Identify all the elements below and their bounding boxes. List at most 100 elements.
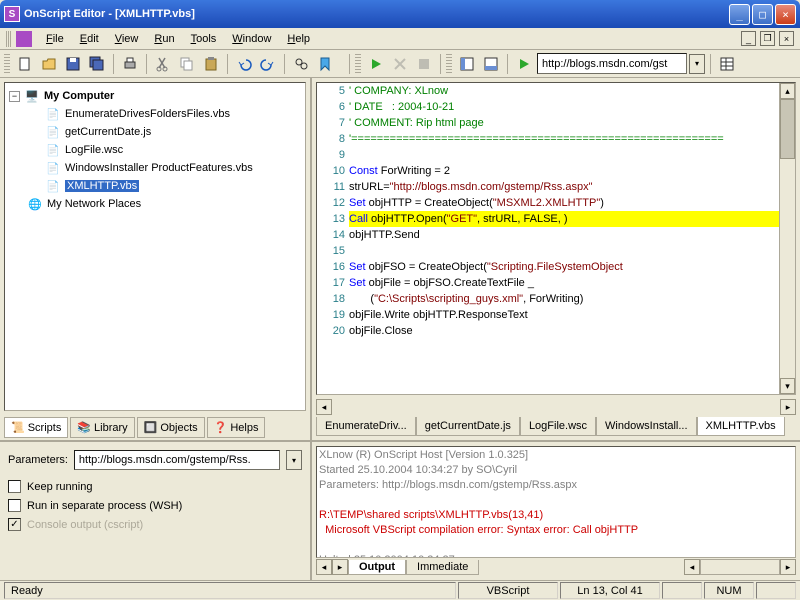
tree-item[interactable]: EnumerateDrivesFoldersFiles.vbs	[65, 108, 230, 120]
window-title: OnScript Editor - [XMLHTTP.vbs]	[24, 8, 729, 20]
menu-window[interactable]: Window	[224, 30, 279, 48]
status-ready: Ready	[4, 582, 456, 599]
new-button[interactable]	[14, 53, 36, 75]
script-file-icon: 📄	[45, 160, 61, 176]
editor-pane: 567891011121314151617181920 ' COMPANY: X…	[312, 78, 800, 440]
side-tab-helps[interactable]: ❓Helps	[207, 417, 266, 438]
toolbar-grip-2[interactable]	[355, 54, 361, 74]
minimize-button[interactable]: _	[729, 4, 750, 25]
stop2-button[interactable]	[389, 53, 411, 75]
output-area[interactable]: XLnow (R) OnScript Host [Version 1.0.325…	[316, 446, 796, 558]
scroll-left-button[interactable]: ◂	[316, 399, 332, 415]
open-button[interactable]	[38, 53, 60, 75]
tree-view[interactable]: −🖥️ My Computer 📄 EnumerateDrivesFoldersFi…	[4, 82, 306, 411]
url-input[interactable]	[537, 53, 687, 74]
tree-root-network[interactable]: My Network Places	[47, 198, 141, 210]
code-editor[interactable]: 567891011121314151617181920 ' COMPANY: X…	[316, 82, 796, 395]
keep-running-checkbox[interactable]	[8, 480, 21, 493]
computer-icon: 🖥️	[24, 88, 40, 104]
output-tab[interactable]: Output	[348, 560, 406, 575]
app-icon: S	[4, 6, 20, 22]
cut-button[interactable]	[152, 53, 174, 75]
tree-root-mycomputer[interactable]: My Computer	[44, 90, 114, 102]
run-button[interactable]	[365, 53, 387, 75]
panel2-button[interactable]	[480, 53, 502, 75]
line-gutter: 567891011121314151617181920	[317, 83, 349, 394]
close-button[interactable]: ×	[775, 4, 796, 25]
library-icon: 📚	[77, 421, 91, 434]
script-file-icon: 📄	[45, 106, 61, 122]
scroll-thumb[interactable]	[780, 99, 795, 159]
collapse-icon[interactable]: −	[9, 91, 20, 102]
print-button[interactable]	[119, 53, 141, 75]
menu-grip[interactable]	[6, 31, 12, 47]
parameters-pane: Parameters: ▾ Keep running Run in separa…	[0, 442, 312, 580]
console-output-label: Console output (cscript)	[27, 519, 143, 531]
status-caps	[756, 582, 796, 599]
horizontal-scrollbar[interactable]: ◂ ▸	[316, 399, 796, 415]
mdi-close-button[interactable]: ×	[779, 31, 794, 46]
tree-item[interactable]: LogFile.wsc	[65, 144, 123, 156]
app-icon-small	[16, 31, 32, 47]
save-all-button[interactable]	[86, 53, 108, 75]
toolbar: ▾	[0, 50, 800, 78]
mdi-minimize-button[interactable]: _	[741, 31, 756, 46]
menu-edit[interactable]: Edit	[72, 30, 107, 48]
menu-file[interactable]: File	[38, 30, 72, 48]
parameters-input[interactable]	[74, 450, 280, 470]
maximize-button[interactable]: □	[752, 4, 773, 25]
menu-run[interactable]: Run	[146, 30, 182, 48]
panel1-button[interactable]	[456, 53, 478, 75]
menu-help[interactable]: Help	[279, 30, 318, 48]
parameters-dropdown-button[interactable]: ▾	[286, 450, 302, 470]
tree-item[interactable]: WindowsInstaller ProductFeatures.vbs	[65, 162, 253, 174]
url-dropdown-button[interactable]: ▾	[689, 54, 705, 74]
find-button[interactable]	[290, 53, 312, 75]
toolbar-grip[interactable]	[4, 54, 10, 74]
out-hscroll-left[interactable]: ◂	[684, 559, 700, 575]
network-icon: 🌐	[27, 196, 43, 212]
side-tab-library[interactable]: 📚Library	[70, 417, 134, 438]
menu-view[interactable]: View	[107, 30, 147, 48]
menu-tools[interactable]: Tools	[183, 30, 225, 48]
editor-tab[interactable]: LogFile.wsc	[520, 417, 596, 436]
status-ovr	[662, 582, 702, 599]
grid-button[interactable]	[716, 53, 738, 75]
immediate-tab[interactable]: Immediate	[406, 560, 479, 575]
status-position: Ln 13, Col 41	[560, 582, 660, 599]
editor-tab[interactable]: WindowsInstall...	[596, 417, 697, 436]
separate-process-checkbox[interactable]	[8, 499, 21, 512]
copy-button[interactable]	[176, 53, 198, 75]
menubar: FileEditViewRunToolsWindowHelp _ ❐ ×	[0, 28, 800, 50]
code-content[interactable]: ' COMPANY: XLnow' DATE : 2004-10-21' COM…	[349, 83, 779, 394]
editor-tab[interactable]: XMLHTTP.vbs	[697, 417, 785, 436]
editor-tab[interactable]: getCurrentDate.js	[416, 417, 520, 436]
mdi-restore-button[interactable]: ❐	[760, 31, 775, 46]
titlebar: S OnScript Editor - [XMLHTTP.vbs] _ □ ×	[0, 0, 800, 28]
scripts-icon: 📜	[11, 421, 25, 434]
tree-item[interactable]: XMLHTTP.vbs	[65, 180, 139, 192]
console-output-checkbox: ✓	[8, 518, 21, 531]
stop-button[interactable]	[413, 53, 435, 75]
scroll-right-button[interactable]: ▸	[780, 399, 796, 415]
scroll-down-button[interactable]: ▾	[780, 378, 795, 394]
redo-button[interactable]	[257, 53, 279, 75]
out-scroll-right[interactable]: ▸	[332, 559, 348, 575]
side-tab-scripts[interactable]: 📜Scripts	[4, 417, 68, 438]
go-button[interactable]	[513, 53, 535, 75]
out-scroll-left[interactable]: ◂	[316, 559, 332, 575]
editor-tab[interactable]: EnumerateDriv...	[316, 417, 416, 436]
toolbar-grip-3[interactable]	[446, 54, 452, 74]
bookmark-button[interactable]	[314, 53, 336, 75]
vertical-scrollbar[interactable]: ▴ ▾	[779, 83, 795, 394]
out-hscroll-right[interactable]: ▸	[780, 559, 796, 575]
script-file-icon: 📄	[45, 178, 61, 194]
paste-button[interactable]	[200, 53, 222, 75]
script-file-icon: 📄	[45, 142, 61, 158]
tree-item[interactable]: getCurrentDate.js	[65, 126, 151, 138]
editor-tabs: EnumerateDriv...getCurrentDate.jsLogFile…	[312, 417, 800, 440]
undo-button[interactable]	[233, 53, 255, 75]
side-tab-objects[interactable]: 🔲Objects	[137, 417, 205, 438]
scroll-up-button[interactable]: ▴	[780, 83, 795, 99]
save-button[interactable]	[62, 53, 84, 75]
